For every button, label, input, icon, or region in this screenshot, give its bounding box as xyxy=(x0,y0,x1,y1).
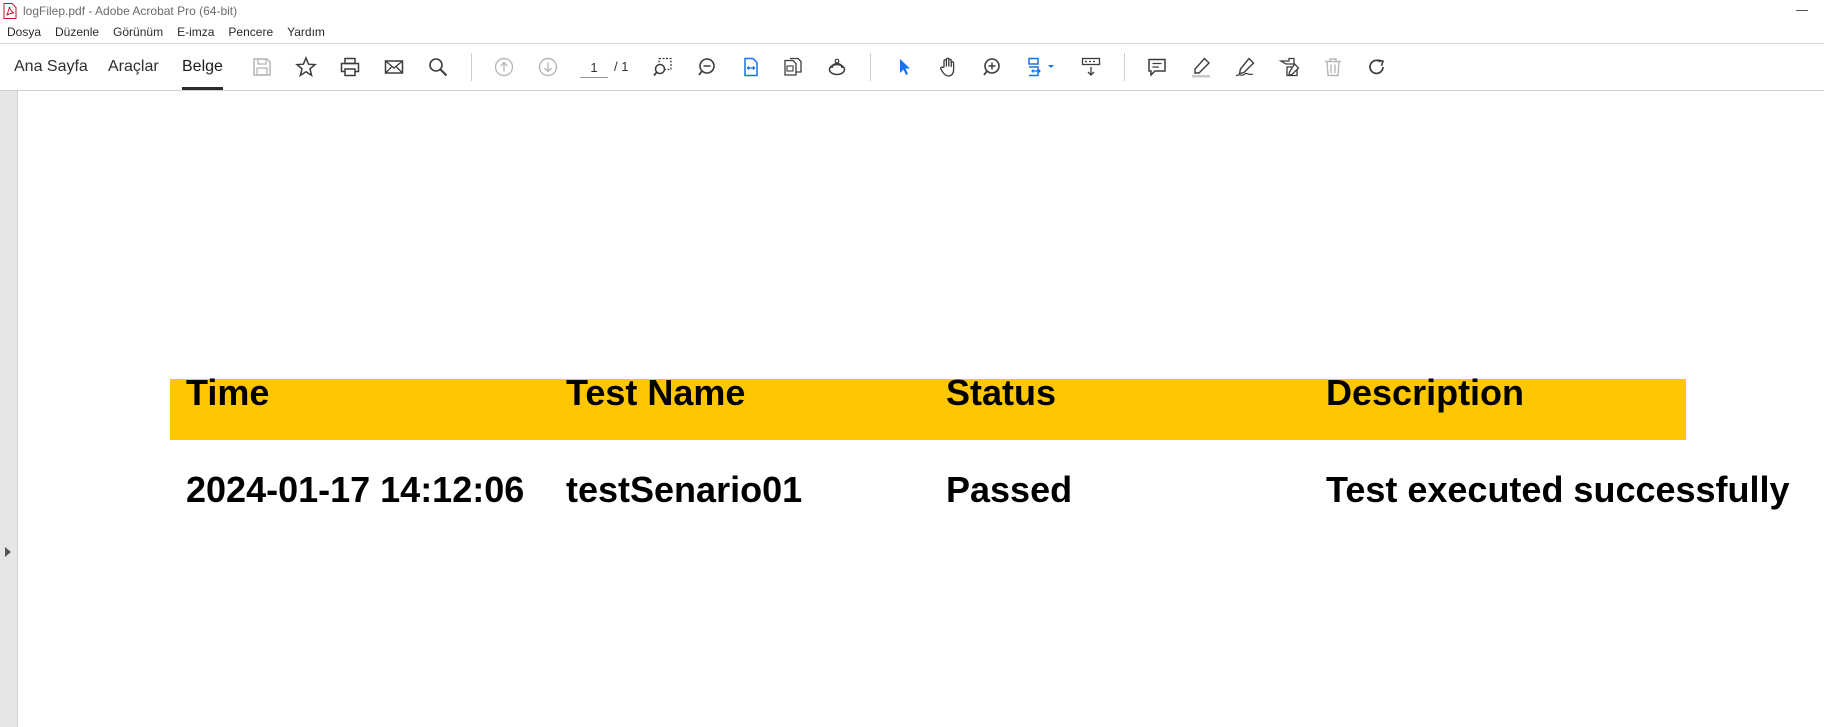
highlight-icon xyxy=(1192,57,1210,78)
zoom-in-icon xyxy=(983,58,1000,76)
save-icon xyxy=(253,58,271,76)
header-description: Description xyxy=(1326,372,1525,413)
previous-page-button[interactable] xyxy=(491,55,517,79)
title-bar: logFilep.pdf - Adobe Acrobat Pro (64-bit… xyxy=(0,0,1824,22)
bookmark-button[interactable] xyxy=(293,55,319,79)
left-navigation-panel xyxy=(0,91,18,727)
scroll-mode-button[interactable] xyxy=(1078,55,1104,79)
fit-width-button[interactable] xyxy=(738,55,764,79)
page-display-icon xyxy=(1028,57,1054,77)
toolbar-separator xyxy=(870,53,871,81)
fit-width-icon xyxy=(744,57,758,77)
page-display-button[interactable] xyxy=(1024,55,1060,79)
hand-icon xyxy=(940,57,955,77)
header-time: Time xyxy=(186,372,270,413)
page-layout-icon xyxy=(784,57,802,76)
read-mode-icon xyxy=(828,58,846,76)
zoom-out-button[interactable] xyxy=(694,55,720,79)
comment-button[interactable] xyxy=(1144,55,1170,79)
page-total: / 1 xyxy=(614,59,629,74)
cell-time: 2024-01-17 14:12:06 xyxy=(186,469,525,510)
bookmark-star-icon xyxy=(295,56,317,78)
tab-home[interactable]: Ana Sayfa xyxy=(14,54,88,80)
toolbar-separator xyxy=(471,53,472,81)
marquee-zoom-icon xyxy=(653,57,672,77)
rotate-icon xyxy=(1369,59,1385,75)
menu-window[interactable]: Pencere xyxy=(221,22,280,43)
sign-icon xyxy=(1278,57,1300,77)
expand-panel-icon[interactable] xyxy=(5,547,11,557)
select-tool-button[interactable] xyxy=(891,55,917,79)
next-page-icon xyxy=(538,57,558,77)
previous-page-icon xyxy=(494,57,514,77)
zoom-out-icon xyxy=(698,58,715,76)
menu-file[interactable]: Dosya xyxy=(0,22,48,43)
zoom-in-button[interactable] xyxy=(979,55,1005,79)
tab-document[interactable]: Belge xyxy=(182,54,223,90)
cell-description: Test executed successfully xyxy=(1326,469,1790,510)
draw-button[interactable] xyxy=(1232,55,1258,79)
minimize-button[interactable] xyxy=(1796,4,1810,16)
toolbar: Ana Sayfa Araçlar Belge / 1 xyxy=(0,44,1824,91)
comment-icon xyxy=(1148,58,1166,77)
document-view[interactable]: Time Test Name Status Description 2024-0… xyxy=(18,91,1824,727)
save-button[interactable] xyxy=(249,55,275,79)
delete-button[interactable] xyxy=(1320,55,1346,79)
menu-bar: Dosya Düzenle Görünüm E-imza Pencere Yar… xyxy=(0,22,1824,44)
page-layout-button[interactable] xyxy=(780,55,806,79)
print-icon xyxy=(340,57,360,77)
highlight-button[interactable] xyxy=(1188,55,1214,79)
keyboard-scroll-icon xyxy=(1081,57,1101,76)
header-status: Status xyxy=(946,372,1057,413)
cell-status: Passed xyxy=(946,469,1073,510)
delete-icon xyxy=(1325,58,1341,77)
acrobat-pdf-icon xyxy=(3,3,17,19)
draw-icon xyxy=(1235,57,1255,77)
email-button[interactable] xyxy=(381,55,407,79)
menu-esign[interactable]: E-imza xyxy=(170,22,221,43)
menu-help[interactable]: Yardım xyxy=(280,22,332,43)
print-button[interactable] xyxy=(337,55,363,79)
cell-test-name: testSenario01 xyxy=(566,469,803,510)
rotate-button[interactable] xyxy=(1364,55,1390,79)
find-icon xyxy=(429,58,448,77)
marquee-zoom-button[interactable] xyxy=(650,55,676,79)
menu-view[interactable]: Görünüm xyxy=(106,22,170,43)
tab-tools[interactable]: Araçlar xyxy=(108,54,159,80)
window-title: logFilep.pdf - Adobe Acrobat Pro (64-bit… xyxy=(23,4,238,18)
header-test-name: Test Name xyxy=(566,372,746,413)
page-number-input[interactable] xyxy=(580,57,608,78)
sign-button[interactable] xyxy=(1276,55,1302,79)
read-mode-button[interactable] xyxy=(824,55,850,79)
menu-edit[interactable]: Düzenle xyxy=(48,22,106,43)
select-cursor-icon xyxy=(900,59,910,75)
next-page-button[interactable] xyxy=(535,55,561,79)
hand-tool-button[interactable] xyxy=(935,55,961,79)
find-button[interactable] xyxy=(425,55,451,79)
toolbar-separator xyxy=(1124,53,1125,81)
email-icon xyxy=(384,60,404,74)
